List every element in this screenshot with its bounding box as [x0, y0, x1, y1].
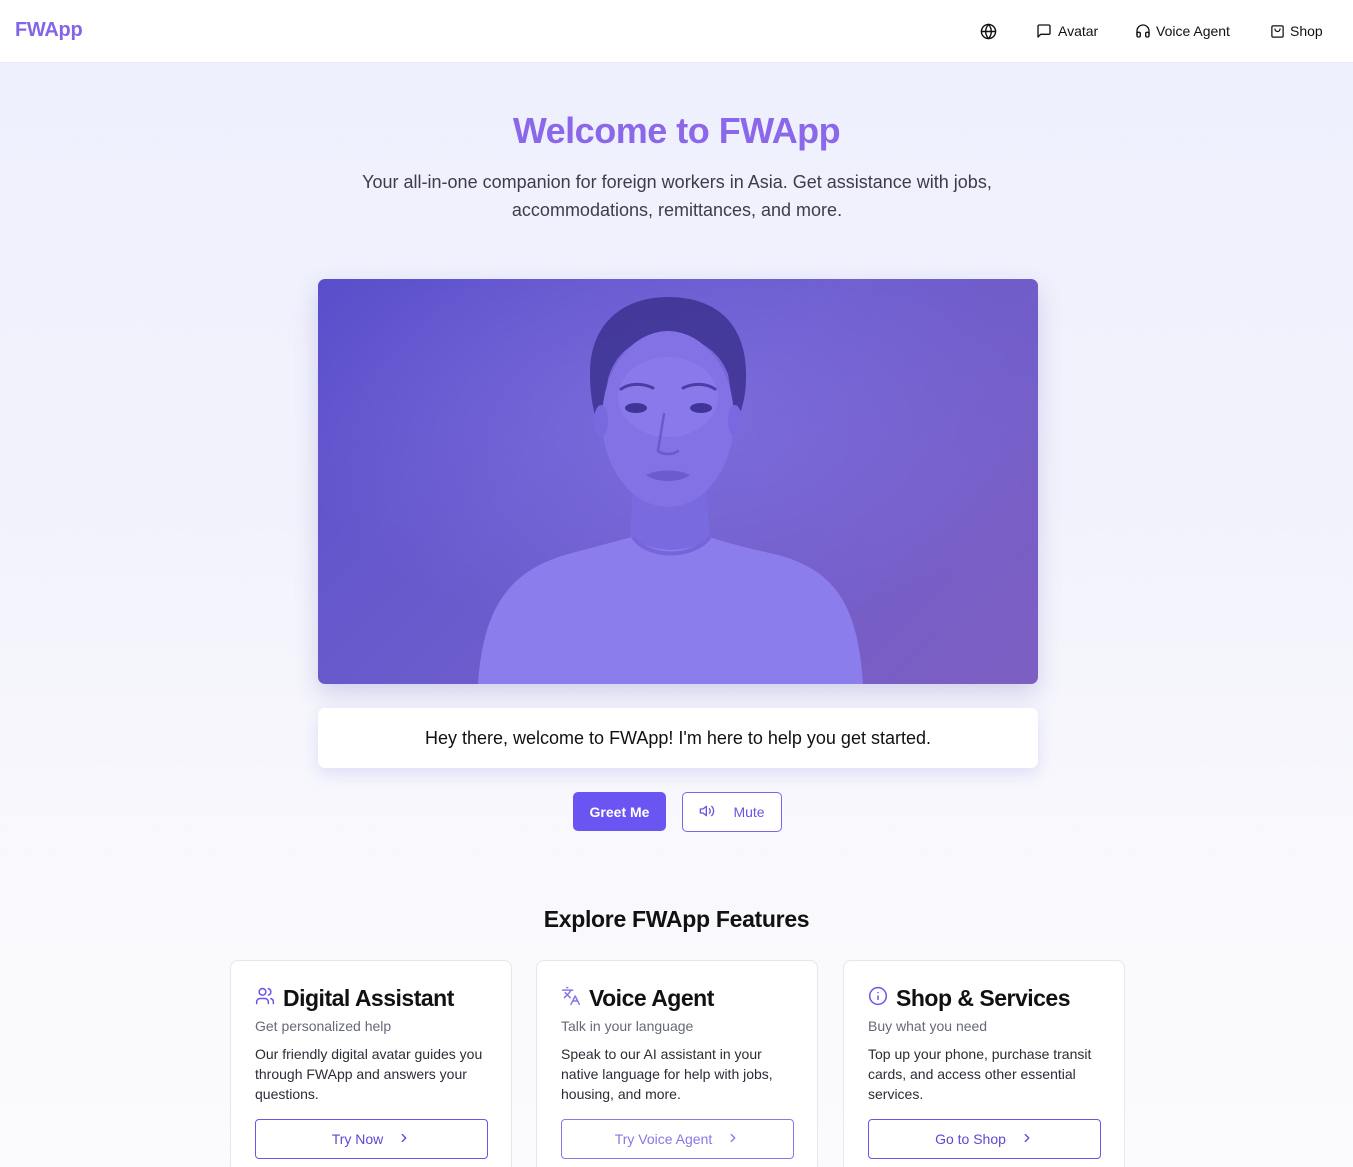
- mute-button[interactable]: Mute: [682, 792, 782, 832]
- features-section-title: Explore FWApp Features: [543, 906, 810, 932]
- try-voice-agent-button[interactable]: Try Voice Agent: [561, 1119, 794, 1159]
- headphones-icon: [1135, 23, 1151, 39]
- feature-card-voice-agent: Voice Agent Talk in your language Speak …: [536, 960, 818, 1167]
- avatar-speech-text: Hey there, welcome to FWApp! I'm here to…: [318, 708, 1038, 768]
- feature-card-shop-services: Shop & Services Buy what you need Top up…: [843, 960, 1125, 1167]
- chevron-right-icon: [1020, 1131, 1034, 1148]
- feature-card-digital-assistant: Digital Assistant Get personalized help …: [230, 960, 512, 1167]
- nav-shop-link[interactable]: Shop: [1270, 0, 1323, 62]
- globe-icon: [980, 23, 997, 40]
- avatar-portrait-image: [318, 279, 1038, 684]
- greet-me-button[interactable]: Greet Me: [573, 792, 666, 831]
- feature-card-subtitle: Get personalized help: [255, 1018, 392, 1034]
- users-icon: [255, 986, 275, 1011]
- mute-button-label: Mute: [733, 804, 765, 820]
- nav-avatar-link[interactable]: Avatar: [1036, 0, 1098, 62]
- feature-card-subtitle: Talk in your language: [561, 1018, 694, 1034]
- try-voice-agent-label: Try Voice Agent: [614, 1131, 713, 1147]
- page-subtitle: Your all-in-one companion for foreign wo…: [362, 172, 992, 220]
- feature-card-description: Top up your phone, purchase transit card…: [868, 1046, 1092, 1102]
- go-to-shop-label: Go to Shop: [935, 1131, 1006, 1147]
- feature-card-title: Digital Assistant: [283, 985, 454, 1011]
- volume-icon: [699, 803, 715, 822]
- feature-card-description: Our friendly digital avatar guides you t…: [255, 1046, 483, 1102]
- nav-voice-agent-link[interactable]: Voice Agent: [1135, 0, 1230, 62]
- go-to-shop-button[interactable]: Go to Shop: [868, 1119, 1101, 1159]
- languages-icon: [561, 986, 581, 1011]
- chevron-right-icon: [726, 1131, 740, 1148]
- nav-avatar-label: Avatar: [1058, 23, 1099, 39]
- feature-card-title: Shop & Services: [896, 985, 1071, 1011]
- app-logo[interactable]: FWApp: [15, 19, 83, 42]
- language-button[interactable]: [980, 0, 997, 62]
- message-square-icon: [1036, 23, 1052, 39]
- shopping-bag-icon: [1270, 24, 1285, 39]
- feature-card-subtitle: Buy what you need: [868, 1018, 988, 1034]
- page-title: Welcome to FWApp: [512, 110, 841, 151]
- top-navbar: FWApp Avatar Voice Agent Shop: [0, 0, 1353, 63]
- feature-card-description: Speak to our AI assistant in your native…: [561, 1046, 773, 1102]
- try-now-label: Try Now: [331, 1131, 384, 1147]
- nav-shop-label: Shop: [1290, 23, 1323, 39]
- digital-avatar-video: [318, 279, 1038, 684]
- try-now-button[interactable]: Try Now: [255, 1119, 488, 1159]
- feature-card-title: Voice Agent: [589, 985, 714, 1011]
- nav-voice-agent-label: Voice Agent: [1156, 23, 1230, 39]
- chevron-right-icon: [397, 1131, 411, 1148]
- info-icon: [868, 986, 888, 1011]
